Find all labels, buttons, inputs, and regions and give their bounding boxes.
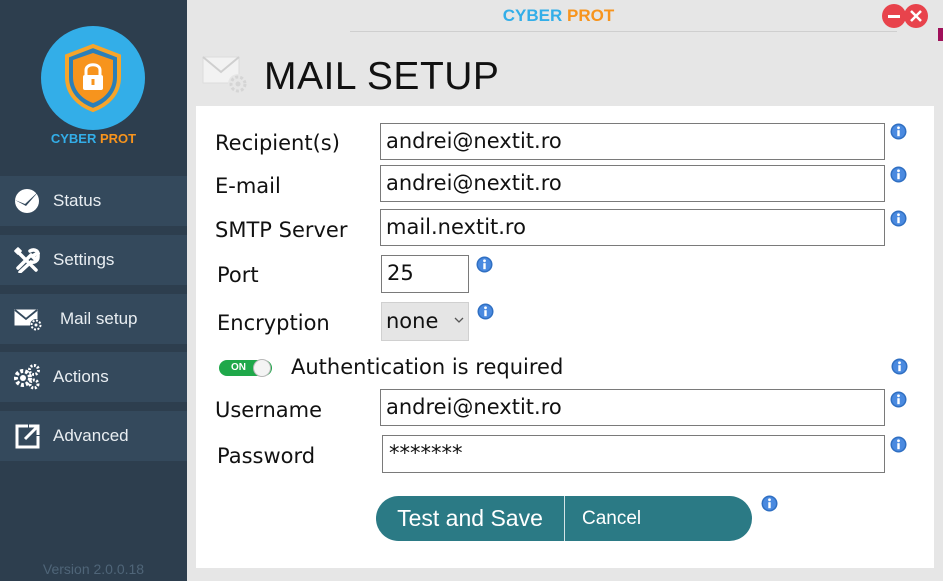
mail-setup-panel: Recipient(s) andrei@nextit.ro E-mail and… [196, 106, 934, 568]
info-icon[interactable] [890, 391, 907, 408]
mail-gear-icon [14, 309, 42, 331]
version-label: Version 2.0.0.18 [42, 561, 145, 577]
sidebar-item-mail-setup[interactable]: Mail setup [0, 294, 187, 344]
sidebar-item-advanced[interactable]: Advanced [0, 411, 187, 461]
recipients-field[interactable]: andrei@nextit.ro [380, 123, 885, 160]
authentication-toggle[interactable]: ON [219, 359, 272, 377]
email-label: E-mail [215, 174, 281, 198]
window-edge [938, 28, 943, 41]
sidebar-item-label: Actions [53, 367, 109, 386]
test-and-save-button[interactable]: Test and Save [376, 496, 564, 541]
info-icon[interactable] [476, 256, 493, 273]
port-label: Port [217, 263, 259, 287]
export-icon [15, 424, 40, 449]
logo-text-part2: PROT [100, 131, 137, 146]
logo-text-part1: CYBER [50, 131, 97, 146]
username-label: Username [215, 398, 323, 422]
cancel-button[interactable]: Cancel [565, 496, 752, 541]
chevron-down-icon [454, 317, 464, 323]
info-icon[interactable] [890, 436, 907, 453]
close-button[interactable] [904, 4, 928, 28]
sidebar-item-label: Advanced [53, 426, 129, 445]
sidebar-item-status[interactable]: Status [0, 176, 187, 226]
sidebar-item-actions[interactable]: Actions [0, 352, 187, 402]
page-title: MAIL SETUP [264, 55, 500, 98]
recipients-label: Recipient(s) [215, 131, 340, 155]
close-icon [910, 10, 922, 22]
toggle-on-text: ON [231, 362, 246, 373]
smtp-server-label: SMTP Server [215, 218, 348, 242]
toggle-knob [253, 359, 271, 377]
minimize-button[interactable] [882, 4, 906, 28]
info-icon[interactable] [890, 166, 907, 183]
info-icon[interactable] [890, 123, 907, 140]
title-divider [350, 31, 897, 32]
info-icon[interactable] [761, 495, 778, 512]
sidebar-item-label: Settings [53, 250, 115, 269]
window-title-part1: CYBER [502, 6, 563, 25]
smtp-server-field[interactable]: mail.nextit.ro [380, 209, 885, 246]
sidebar-item-label: Mail setup [60, 309, 138, 328]
logo-text: CYBER PROT [0, 131, 187, 146]
info-icon[interactable] [890, 210, 907, 227]
authentication-label: Authentication is required [291, 355, 564, 379]
sidebar-item-label: Status [53, 191, 102, 210]
encryption-select[interactable]: none [381, 302, 469, 341]
sidebar-item-settings[interactable]: Settings [0, 235, 187, 285]
mail-gear-icon [202, 56, 248, 94]
email-field[interactable]: andrei@nextit.ro [380, 165, 885, 202]
password-field[interactable]: ******* [382, 435, 885, 473]
action-button-group: Test and Save Cancel [376, 496, 752, 541]
gears-icon [14, 364, 40, 390]
port-field[interactable]: 25 [381, 255, 469, 293]
tools-icon [14, 247, 40, 273]
window-title-part2: PROT [567, 6, 615, 25]
sidebar: CYBER PROT Status Settings Mail setup Ac… [0, 0, 187, 581]
info-icon[interactable] [477, 303, 494, 320]
password-label: Password [217, 444, 316, 468]
encryption-value: none [386, 309, 439, 333]
logo [41, 26, 145, 130]
titlebar: CYBER PROT [187, 0, 943, 32]
encryption-label: Encryption [217, 311, 330, 335]
status-check-icon [15, 189, 39, 213]
shield-lock-icon [65, 43, 121, 113]
window-title: CYBER PROT [187, 6, 930, 26]
info-icon[interactable] [891, 358, 908, 375]
username-field[interactable]: andrei@nextit.ro [380, 389, 885, 426]
